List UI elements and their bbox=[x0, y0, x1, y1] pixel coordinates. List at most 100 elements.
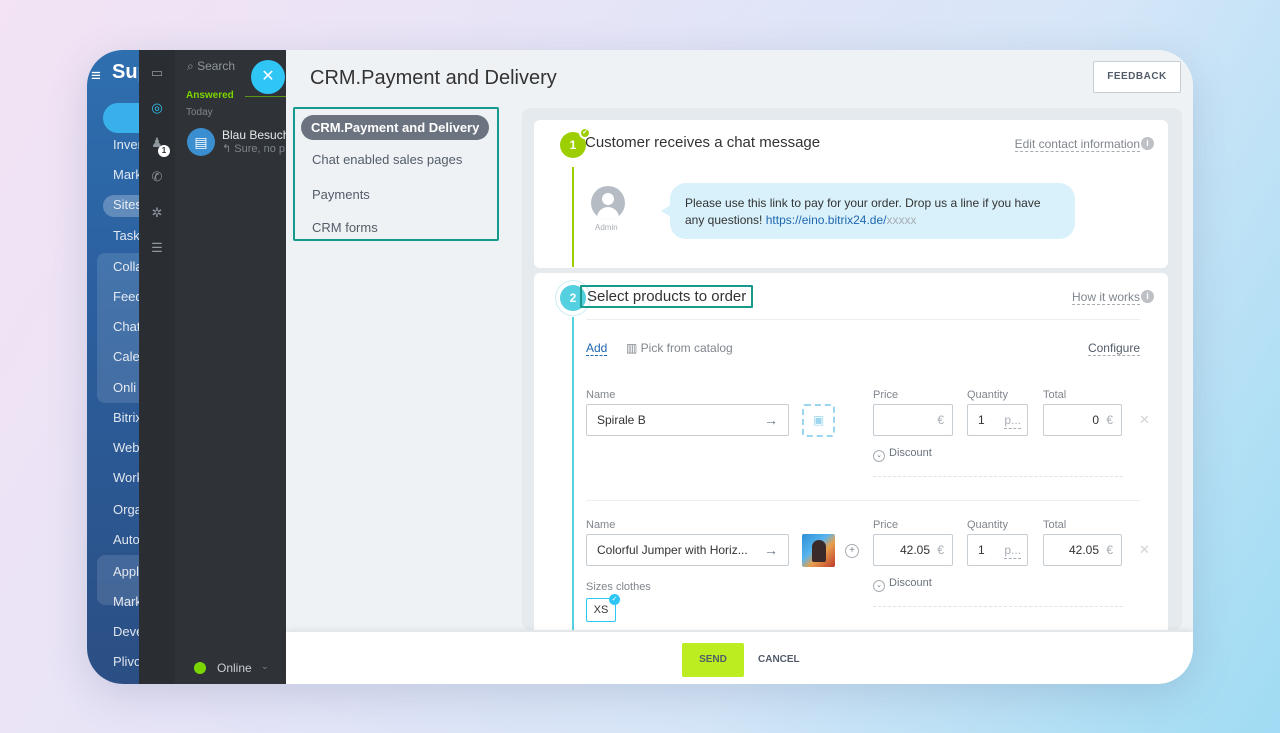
product-name-field[interactable]: Spirale B → bbox=[586, 404, 789, 436]
divider bbox=[586, 319, 1140, 320]
search-placeholder: Search bbox=[197, 59, 236, 73]
portal-item[interactable]: Task bbox=[113, 228, 139, 243]
portal-item[interactable]: Colla bbox=[113, 259, 139, 274]
step-2-card: 2 Select products to order How it works … bbox=[534, 273, 1168, 630]
portal-item[interactable]: Web bbox=[113, 440, 139, 455]
step-1-badge: 1 ✓ bbox=[560, 127, 591, 158]
unit-selector[interactable]: p... bbox=[1004, 412, 1021, 429]
portal-item[interactable]: Chat bbox=[113, 319, 139, 334]
feedback-button[interactable]: FEEDBACK bbox=[1093, 61, 1181, 93]
size-option[interactable]: XS ✓ bbox=[586, 594, 620, 622]
product-image[interactable] bbox=[802, 534, 835, 567]
currency-symbol: € bbox=[1106, 543, 1113, 557]
chat-preview: ↰ Sure, no p bbox=[222, 143, 286, 155]
menu-item-crm-forms[interactable]: CRM forms bbox=[312, 220, 378, 235]
portal-active-pill bbox=[103, 103, 139, 133]
name-label: Name bbox=[586, 389, 616, 401]
today-label: Today bbox=[186, 107, 213, 118]
message-link[interactable]: https://eino.bitrix24.de/ bbox=[766, 213, 887, 227]
info-icon[interactable]: i bbox=[1141, 290, 1154, 303]
page-title: CRM.Payment and Delivery bbox=[310, 67, 557, 89]
phone-icon[interactable]: ✆ bbox=[148, 168, 166, 186]
remove-icon[interactable]: ✕ bbox=[1139, 542, 1150, 558]
openlines-icon[interactable]: ◎ bbox=[148, 99, 166, 117]
product-image-figure bbox=[812, 540, 826, 562]
cancel-button[interactable]: CANCEL bbox=[758, 643, 800, 677]
message-link-mask: xxxxx bbox=[886, 213, 917, 227]
portal-item[interactable]: Onli bbox=[113, 380, 136, 395]
timeline-line bbox=[572, 317, 574, 630]
product-name-field[interactable]: Colorful Jumper with Horiz... → bbox=[586, 534, 789, 566]
portal-item[interactable]: Orga bbox=[113, 502, 139, 517]
avatar bbox=[591, 186, 625, 220]
chevron-down-icon: ⌄ bbox=[873, 450, 885, 462]
portal-item[interactable]: Deve bbox=[113, 624, 139, 639]
menu-icon[interactable]: ≡ bbox=[91, 66, 101, 86]
discount-toggle[interactable]: ⌄ Discount bbox=[873, 447, 932, 462]
menu-item-payments[interactable]: Payments bbox=[312, 187, 370, 202]
unit-selector[interactable]: p... bbox=[1004, 542, 1021, 559]
pick-from-catalog-link[interactable]: ▥ Pick from catalog bbox=[626, 341, 733, 355]
messenger-icon-strip: ▭ ◎ ♟ 1 ✆ ✲ ☰ bbox=[139, 50, 175, 684]
name-label: Name bbox=[586, 519, 616, 531]
menu-item-payment-delivery[interactable]: CRM.Payment and Delivery bbox=[301, 115, 490, 140]
chevron-down-icon[interactable]: ⌄ bbox=[261, 661, 269, 672]
info-icon[interactable]: i bbox=[1141, 137, 1154, 150]
add-product-link[interactable]: Add bbox=[586, 341, 608, 356]
chat-list: ⌕ Search Answered Today ▤ Blau Besuch ↰ … bbox=[175, 50, 287, 684]
content-area: 1 ✓ Customer receives a chat message Edi… bbox=[522, 108, 1182, 630]
portal-item[interactable]: Mark bbox=[113, 167, 139, 182]
portal-item[interactable]: Inven bbox=[113, 137, 139, 152]
total-field: 42.05 € bbox=[1043, 534, 1122, 566]
chat-name[interactable]: Blau Besuch bbox=[222, 128, 287, 142]
configure-link[interactable]: Configure bbox=[1087, 341, 1140, 356]
menu-item-chat-sales-pages[interactable]: Chat enabled sales pages bbox=[312, 152, 462, 167]
chat-avatar[interactable]: ▤ bbox=[187, 128, 215, 156]
app-window: ≡ Sup Inven Mark Sites Task Colla Feed C… bbox=[87, 50, 1193, 684]
portal-item[interactable]: Plivo bbox=[113, 654, 139, 669]
edit-contact-link[interactable]: Edit contact information bbox=[1014, 137, 1140, 152]
portal-item[interactable]: Work bbox=[113, 470, 139, 485]
discount-toggle[interactable]: ⌄ Discount bbox=[873, 577, 932, 592]
quantity-value: 1 bbox=[978, 413, 985, 427]
step-number: 2 bbox=[569, 291, 577, 305]
portal-logo: Sup bbox=[112, 61, 139, 83]
remove-icon[interactable]: ✕ bbox=[1139, 412, 1150, 428]
arrow-right-icon[interactable]: → bbox=[764, 535, 778, 565]
check-icon: ✓ bbox=[609, 594, 620, 605]
notifications-badge: 1 bbox=[158, 145, 170, 157]
plus-icon[interactable]: + bbox=[845, 544, 859, 558]
size-value: XS bbox=[593, 604, 609, 616]
quantity-field[interactable]: 1 p... bbox=[967, 404, 1028, 436]
settings-icon[interactable]: ✲ bbox=[148, 204, 166, 222]
send-button[interactable]: SEND bbox=[682, 643, 744, 677]
portal-item[interactable]: Sites bbox=[113, 197, 139, 212]
portal-item[interactable]: Feed bbox=[113, 289, 139, 304]
arrow-right-icon[interactable]: → bbox=[764, 405, 778, 435]
currency-symbol: € bbox=[937, 543, 944, 557]
slider-panel: CRM.Payment and Delivery FEEDBACK CRM.Pa… bbox=[286, 50, 1193, 684]
panel-header: CRM.Payment and Delivery FEEDBACK bbox=[286, 50, 1193, 106]
search-input[interactable]: ⌕ Search bbox=[187, 59, 235, 74]
image-placeholder-icon[interactable]: ▣ bbox=[802, 404, 835, 437]
notes-icon[interactable]: ☰ bbox=[148, 239, 166, 257]
total-label: Total bbox=[1043, 389, 1067, 401]
portal-item[interactable]: Cale bbox=[113, 349, 139, 364]
chat-preview-text: Sure, no p bbox=[234, 143, 286, 155]
quantity-field[interactable]: 1 p... bbox=[967, 534, 1028, 566]
price-field[interactable]: 42.05 € bbox=[873, 534, 953, 566]
chat-icon[interactable]: ▭ bbox=[148, 64, 166, 82]
total-value: 0 bbox=[1092, 413, 1099, 427]
online-status[interactable]: Online bbox=[217, 661, 252, 675]
quantity-value: 1 bbox=[978, 543, 985, 557]
portal-sidebar: ≡ Sup Inven Mark Sites Task Colla Feed C… bbox=[87, 50, 139, 684]
portal-item[interactable]: Bitrix bbox=[113, 410, 139, 425]
answered-label: Answered bbox=[186, 90, 234, 101]
portal-item[interactable]: Mark bbox=[113, 594, 139, 609]
portal-item[interactable]: Appl bbox=[113, 564, 139, 579]
quantity-label: Quantity bbox=[967, 519, 1008, 531]
portal-item[interactable]: Auto bbox=[113, 532, 139, 547]
close-button[interactable]: ✕ bbox=[251, 60, 285, 94]
price-field[interactable]: € bbox=[873, 404, 953, 436]
how-it-works-link[interactable]: How it works bbox=[1071, 290, 1140, 305]
